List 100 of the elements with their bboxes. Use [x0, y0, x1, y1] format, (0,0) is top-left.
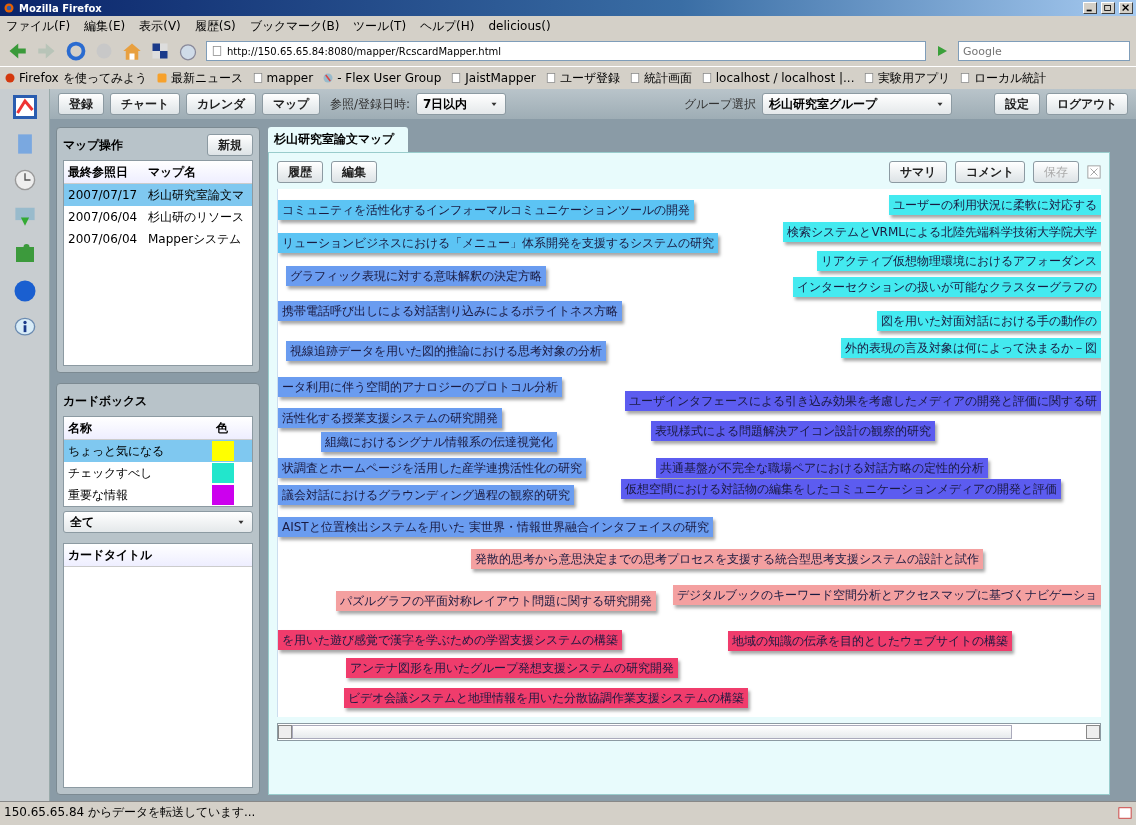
page-icon [450, 72, 463, 84]
page-icon [628, 72, 641, 84]
map-row[interactable]: 2007/07/17 杉山研究室論文マ [64, 184, 252, 206]
label-row[interactable]: 重要な情報 [64, 484, 252, 506]
map-card[interactable]: 議会対話におけるグラウンディング過程の観察的研究 [278, 485, 574, 505]
menu-item[interactable]: delicious() [488, 19, 551, 33]
map-button[interactable]: サマリ [889, 161, 947, 183]
menu-item[interactable]: ツール(T) [353, 17, 407, 35]
map-button[interactable]: 履歴 [277, 161, 323, 183]
page-icon [700, 72, 713, 84]
close-icon [1087, 165, 1101, 179]
map-card[interactable]: パズルグラフの平面対称レイアウト問題に関する研究開発 [336, 591, 656, 611]
map-card[interactable]: ビデオ会議システムと地理情報を用いた分散協調作業支援システムの構築 [344, 688, 748, 708]
map-card[interactable]: ユーザーの利用状況に柔軟に対応する [889, 195, 1101, 215]
page-icon [211, 45, 223, 57]
date-cell-text: 2007/07/17 [67, 188, 139, 202]
status-icon [1118, 805, 1132, 820]
map-card[interactable]: 検索システムとVRMLによる北陸先端科学技術大学院大学 [783, 222, 1101, 242]
bookmark-link[interactable]: mapper [266, 71, 314, 85]
bookmark-link[interactable]: Firefox を使ってみよう [19, 69, 147, 87]
feed-icon [155, 72, 168, 84]
map-card[interactable]: 発散的思考から意思決定までの思考プロセスを支援する統合型思考支援システムの設計と試作 [471, 549, 983, 569]
map-card[interactable]: 地域の知識の伝承を目的としたウェブサイトの構築 [728, 631, 1012, 651]
bookmark-link[interactable]: - Flex User Group [337, 71, 442, 85]
action-button[interactable]: ログアウト [1046, 93, 1128, 115]
label-name: ちょっと気になる [67, 442, 165, 460]
map-card[interactable]: 活性化する授業支援システムの研究開発 [278, 408, 502, 428]
minimize-icon[interactable] [1083, 2, 1097, 14]
name-cell-text: Mapperシステム [147, 230, 243, 248]
date-cell-text: 2007/06/04 [67, 210, 139, 224]
bookmark-link[interactable]: localhost / localhost |... [715, 71, 855, 85]
map-row[interactable]: 2007/06/04 杉山研のリソース [64, 206, 252, 228]
bookmark-link[interactable]: ローカル統計 [974, 69, 1047, 87]
map-card[interactable]: 図を用いた対面対話における手の動作の [877, 311, 1101, 331]
column-header[interactable]: 名称 [64, 419, 212, 437]
map-card[interactable]: デジタルブックのキーワード空間分析とアクセスマップに基づくナビゲーショ [673, 585, 1101, 605]
search-field[interactable]: Google [958, 41, 1130, 61]
bookmark-link[interactable]: ユーザ登録 [559, 69, 620, 87]
map-tab[interactable]: 杉山研究室論文マップ [268, 127, 408, 152]
map-row[interactable]: 2007/06/04 Mapperシステム [64, 228, 252, 250]
map-card[interactable]: を用いた遊び感覚で漢字を学ぶための学習支援システムの構築 [278, 630, 622, 650]
map-card[interactable]: グラフィック表現に対する意味解釈の決定方略 [286, 266, 546, 286]
map-card[interactable]: 視線追跡データを用いた図的推論における思考対象の分析 [286, 341, 606, 361]
status-text: 150.65.65.84 からデータを転送しています... [4, 804, 256, 821]
nav-button[interactable]: マップ [262, 93, 320, 115]
name-cell-text: 杉山研のリソース [147, 208, 245, 226]
nav-button[interactable]: チャート [110, 93, 180, 115]
filter-dropdown[interactable]: 全て [63, 511, 253, 533]
action-button[interactable]: 設定 [994, 93, 1040, 115]
date-range-dropdown[interactable]: 7日以内 [416, 93, 507, 115]
menu-item[interactable]: ファイル(F) [6, 17, 71, 35]
map-button[interactable]: コメント [955, 161, 1025, 183]
map-card[interactable]: AISTと位置検出システムを用いた 実世界・情報世界融合インタフェイスの研究 [278, 517, 713, 537]
column-header[interactable]: 色 [212, 419, 238, 437]
map-card[interactable]: 携帯電話呼び出しによる対話割り込みによるポライトネス方略 [278, 301, 622, 321]
column-header[interactable]: 最終参照日 [64, 163, 144, 181]
date-cell-text: 2007/06/04 [67, 232, 139, 246]
nav-button[interactable]: カレンダ [186, 93, 256, 115]
bookmark-link[interactable]: 実験用アプリ [878, 69, 951, 87]
map-card[interactable]: ータ利用に伴う空間的アナロジーのプロトコル分析 [278, 377, 562, 397]
map-card[interactable]: 外的表現の言及対象は何によって決まるか－図 [841, 338, 1101, 358]
close-icon[interactable] [1119, 2, 1133, 14]
map-icon [12, 95, 37, 119]
map-card[interactable]: 組織におけるシグナル情報系の伝達視覚化 [321, 432, 557, 452]
menu-item[interactable]: 履歴(S) [194, 17, 236, 35]
column-header[interactable]: マップ名 [144, 163, 252, 181]
map-card[interactable]: コミュニティを活性化するインフォーマルコミュニケーションツールの開発 [278, 200, 694, 220]
map-card[interactable]: リューションビジネスにおける「メニュー」体系開発を支援するシステムの研究 [278, 233, 718, 253]
date-label: 参照/登録日時: [330, 95, 411, 113]
url-text: http://150.65.65.84:8080/mapper/RcscardMapper.html [227, 45, 502, 57]
page-icon [544, 72, 557, 84]
new-button[interactable]: 新規 [207, 134, 253, 156]
map-card[interactable]: アンテナ図形を用いたグループ発想支援システムの研究開発 [346, 658, 678, 678]
map-card[interactable]: リアクティブ仮想物理環境におけるアフォーダンス [817, 251, 1101, 271]
address-bar[interactable]: http://150.65.65.84:8080/mapper/RcscardMapper.html [206, 41, 926, 61]
menu-item[interactable]: ヘルプ(H) [420, 17, 475, 35]
page-icon [959, 72, 972, 84]
menu-item[interactable]: ブックマーク(B) [249, 17, 340, 35]
label-row[interactable]: ちょっと気になる [64, 440, 252, 462]
restore-icon[interactable] [1101, 2, 1115, 14]
grid-icon [150, 41, 170, 61]
bookmark-link[interactable]: 統計画面 [643, 69, 692, 87]
bookmark-link[interactable]: JaistMapper [465, 71, 536, 85]
map-card[interactable]: インターセクションの扱いが可能なクラスターグラフの [793, 277, 1101, 297]
download-icon [13, 205, 36, 227]
reload-icon [66, 41, 86, 61]
panel-title: マップ操作 [63, 136, 123, 154]
menu-item[interactable]: 表示(V) [139, 17, 181, 35]
horizontal-scrollbar[interactable] [277, 723, 1101, 741]
nav-button[interactable]: 登録 [58, 93, 104, 115]
bookmark-link[interactable]: 最新ニュース [170, 69, 243, 87]
home-icon [122, 41, 142, 61]
map-button[interactable]: 編集 [331, 161, 377, 183]
label-row[interactable]: チェックすべし [64, 462, 252, 484]
map-card[interactable]: 状調査とホームページを活用した産学連携活性化の研究 [278, 458, 586, 478]
fox-icon [3, 2, 15, 14]
name-cell-text: 杉山研究室論文マ [147, 186, 245, 204]
label-name: チェックすべし [67, 464, 153, 482]
group-dropdown[interactable]: 杉山研究室グループ [762, 93, 952, 115]
menu-item[interactable]: 編集(E) [84, 17, 126, 35]
